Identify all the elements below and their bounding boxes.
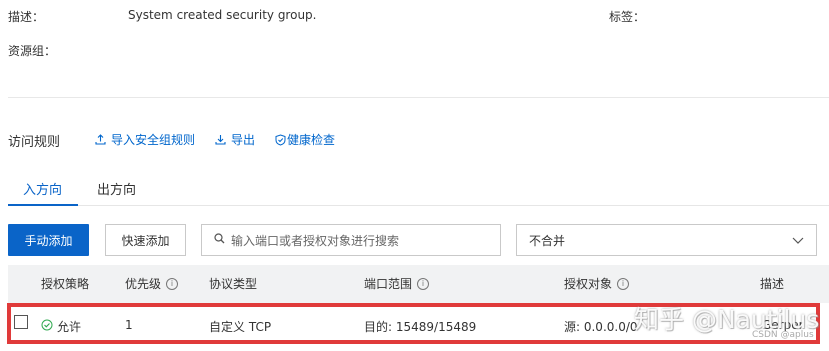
upload-icon <box>95 134 106 145</box>
table-header: 授权策略 优先级 i 协议类型 端口范围 i 授权对象 i 描述 <box>8 265 829 303</box>
info-icon[interactable]: i <box>166 278 179 290</box>
tab-outbound[interactable]: 出方向 <box>97 179 136 198</box>
tag-label: 标签： <box>609 10 646 24</box>
tab-divider <box>8 205 829 206</box>
col-port-range: 端口范围 i <box>364 265 430 303</box>
col-description: 描述 <box>760 277 785 291</box>
col-auth-object: 授权对象 i <box>564 265 630 303</box>
search-input[interactable]: 输入端口或者授权对象进行搜索 <box>201 224 501 256</box>
download-icon <box>215 134 226 145</box>
section-divider <box>8 97 829 98</box>
export-link[interactable]: 导出 <box>215 131 255 148</box>
description-label: 描述： <box>8 10 45 24</box>
search-placeholder: 输入端口或者授权对象进行搜索 <box>231 233 400 248</box>
import-rules-link[interactable]: 导入安全组规则 <box>95 131 195 148</box>
info-icon[interactable]: i <box>617 278 630 290</box>
col-protocol: 协议类型 <box>209 277 258 291</box>
health-check-link[interactable]: 健康检查 <box>275 131 335 148</box>
resource-group-label: 资源组： <box>8 44 57 58</box>
col-priority: 优先级 i <box>125 265 179 303</box>
quick-add-button[interactable]: 快速添加 <box>105 224 186 256</box>
tab-inbound[interactable]: 入方向 <box>23 179 62 198</box>
col-policy: 授权策略 <box>41 277 90 291</box>
merge-select-value: 不合并 <box>529 233 566 248</box>
active-tab-indicator <box>8 204 78 206</box>
description-value: System created security group. <box>128 8 317 22</box>
shield-check-icon <box>275 133 286 146</box>
search-icon <box>214 233 225 247</box>
chevron-down-icon <box>792 233 804 247</box>
export-label: 导出 <box>231 133 256 147</box>
info-icon[interactable]: i <box>417 278 430 290</box>
health-check-label: 健康检查 <box>287 133 336 147</box>
manual-add-button[interactable]: 手动添加 <box>8 224 89 256</box>
source-watermark: CSDN @aplus <box>752 330 814 340</box>
merge-select[interactable]: 不合并 <box>516 224 817 256</box>
access-rules-title: 访问规则 <box>8 135 61 150</box>
import-rules-label: 导入安全组规则 <box>111 133 196 147</box>
